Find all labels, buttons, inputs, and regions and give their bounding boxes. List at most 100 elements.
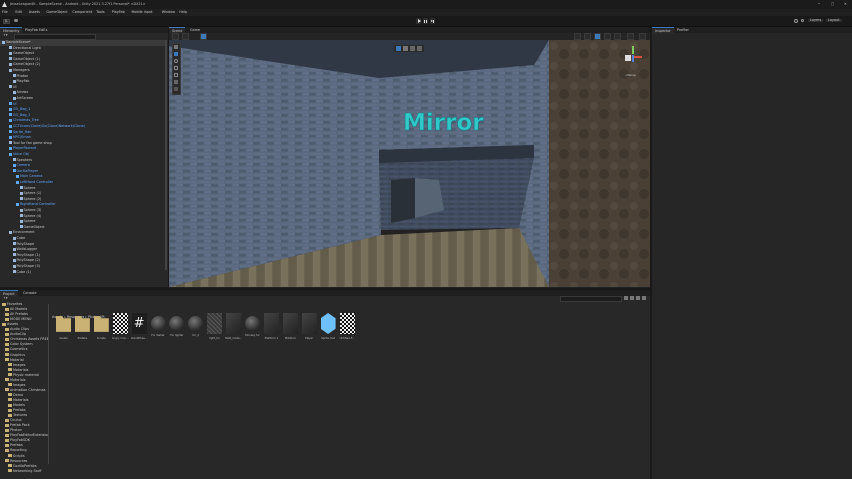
asset-item[interactable]: Platform 1	[263, 313, 280, 343]
menu-item-edit[interactable]: Edit	[15, 10, 22, 14]
maximize-icon[interactable]: □	[831, 2, 834, 6]
asset-item[interactable]: Angry mon...	[112, 313, 129, 343]
play-button[interactable]	[416, 18, 421, 24]
menu-item-gameobject[interactable]: GameObject	[46, 10, 67, 14]
menu-item-file[interactable]: File	[2, 10, 8, 14]
effects-toggle[interactable]	[614, 33, 621, 40]
folder-icon	[74, 316, 90, 332]
asset-item[interactable]: Player	[301, 313, 318, 343]
draw-mode-dropdown[interactable]	[172, 33, 179, 40]
hierarchy-scrollbar[interactable]	[165, 40, 167, 270]
menu-item-window[interactable]: Window	[162, 10, 175, 14]
asset-item[interactable]: Assets	[55, 313, 72, 343]
asset-item[interactable]: Fur darker	[150, 313, 167, 343]
project-folder-item[interactable]: Networking Stuff	[0, 469, 48, 474]
pivot-dropdown[interactable]	[182, 33, 189, 40]
asset-item[interactable]: Prefabs	[74, 313, 91, 343]
gameobject-icon	[9, 51, 12, 55]
snap-increment-icon[interactable]	[417, 46, 422, 51]
asset-item[interactable]: fur_2	[187, 313, 204, 343]
project-folder-label: Scripts	[13, 453, 25, 458]
hierarchy-row-label: CCTVcam(Clone)Go(Clone)Network(Clone)	[13, 124, 86, 128]
asset-label: Matt_mode...	[225, 337, 243, 340]
move-tool-icon[interactable]	[174, 52, 178, 56]
tab-console[interactable]: Console	[20, 290, 39, 296]
scene-viewport[interactable]: Mirror	[169, 40, 650, 287]
account-button[interactable]: JL	[3, 19, 10, 25]
persp-label: <Persp	[625, 73, 636, 77]
step-button[interactable]	[430, 18, 435, 24]
custom-tool-icon[interactable]	[174, 87, 178, 91]
shading-icon[interactable]	[403, 46, 408, 51]
hidden-packages-icon[interactable]	[642, 296, 646, 300]
rect-tool-icon[interactable]	[174, 73, 178, 77]
gameobject-icon	[12, 236, 16, 240]
menu-item-help[interactable]: Help	[179, 10, 187, 14]
filter-by-type-icon[interactable]	[624, 296, 628, 300]
gameobject-icon	[12, 158, 16, 162]
layers-dropdown[interactable]: Layers	[808, 18, 824, 23]
asset-item[interactable]: # ClanWToke...	[131, 313, 148, 343]
add-menu-icon[interactable]: +▾	[3, 33, 8, 37]
folder-icon	[5, 459, 9, 463]
asset-item[interactable]: light_fur	[206, 313, 223, 343]
favorite-icon[interactable]	[636, 296, 640, 300]
project-folder-label: Demo	[13, 392, 24, 397]
asset-item[interactable]: Matt_mode...	[225, 313, 242, 343]
project-add-icon[interactable]: +▾	[3, 296, 8, 300]
gizmo-toggle[interactable]	[574, 33, 581, 40]
gameobject-icon	[9, 146, 12, 150]
asset-label: ClanWToke...	[130, 337, 148, 340]
folder-icon	[5, 423, 9, 427]
view-icon[interactable]	[396, 46, 401, 51]
menu-item-tools[interactable]: Tools	[96, 10, 104, 14]
asset-label: fur_2	[192, 334, 200, 337]
menu-item-mobile-input[interactable]: Mobile Input	[132, 10, 153, 14]
gizmos-dropdown[interactable]	[639, 33, 646, 40]
project-folder-label: MODE MENU	[10, 317, 32, 322]
search-icon[interactable]	[801, 19, 804, 22]
gameobject-icon	[12, 247, 16, 251]
tab-inspector[interactable]: Inspector	[652, 27, 674, 34]
asset-label: Prefabs	[77, 337, 88, 340]
project-sidebar-scrollbar[interactable]	[48, 304, 49, 464]
minimize-icon[interactable]: ─	[818, 2, 820, 6]
2d-toggle[interactable]	[584, 33, 591, 40]
rotate-tool-icon[interactable]	[174, 59, 178, 63]
folder-icon	[5, 358, 9, 362]
project-folder-tree: Favorites All Models All Prefabs MODE MENU A…	[0, 302, 48, 479]
hand-tool-icon[interactable]	[174, 45, 178, 49]
asset-label: Fur darker	[151, 334, 165, 337]
grid-dropdown[interactable]	[200, 33, 207, 40]
cloud-icon[interactable]	[14, 19, 18, 22]
asset-item[interactable]: Untitled-F...	[339, 313, 356, 343]
menu-item-playfab[interactable]: PlayFab	[112, 10, 125, 14]
tab-playfab-edex[interactable]: PlayFab EdEx	[22, 27, 50, 33]
filter-by-label-icon[interactable]	[630, 296, 634, 300]
tab-profiler[interactable]: Profiler	[674, 27, 692, 33]
menu-item-assets[interactable]: Assets	[29, 10, 40, 14]
camera-settings[interactable]	[627, 33, 634, 40]
asset-item[interactable]: Monkey fur	[244, 313, 261, 343]
hierarchy-row-label: GO_Beg_1	[13, 107, 31, 112]
asset-item[interactable]: Sprite mat	[320, 313, 337, 343]
gameobject-icon	[9, 62, 12, 66]
project-search[interactable]	[560, 296, 622, 302]
hierarchy-row[interactable]: Cube (1)	[0, 270, 166, 276]
close-icon[interactable]: ✕	[844, 2, 847, 6]
gameobject-icon	[9, 68, 12, 72]
grid-snap-icon[interactable]	[410, 46, 415, 51]
lighting-toggle[interactable]	[594, 33, 601, 40]
menu-item-component[interactable]: Component	[72, 10, 92, 14]
pause-button[interactable]	[423, 18, 428, 24]
layout-dropdown[interactable]: Layout	[826, 18, 842, 23]
hierarchy-row-label: Sphere (2)	[23, 196, 42, 201]
transform-tool-icon[interactable]	[174, 80, 178, 84]
audio-toggle[interactable]	[604, 33, 611, 40]
history-icon[interactable]	[794, 19, 798, 23]
asset-item[interactable]: Fur lighter	[168, 313, 185, 343]
asset-item[interactable]: Platform	[282, 313, 299, 343]
view-gizmo[interactable]: <Persp	[623, 44, 645, 82]
scale-tool-icon[interactable]	[174, 66, 178, 70]
asset-item[interactable]: Scripts	[93, 313, 110, 343]
